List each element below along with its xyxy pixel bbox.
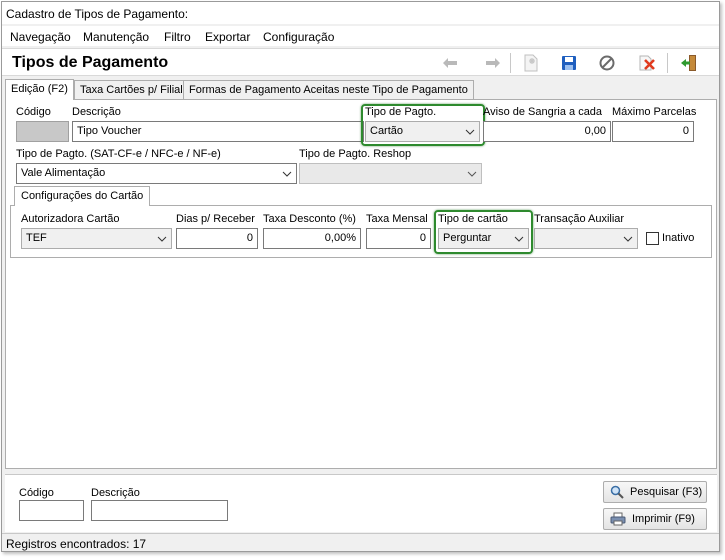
search-panel: Código Descrição Pesquisar (F3) Imprimir… (5, 474, 717, 532)
autorizadora-label: Autorizadora Cartão (21, 213, 120, 225)
inativo-checkbox[interactable] (646, 232, 659, 245)
menu-manutencao[interactable]: Manutenção (83, 30, 149, 44)
new-record-icon[interactable] (521, 53, 541, 73)
chevron-down-icon (282, 171, 292, 177)
transacao-auxiliar-select[interactable] (534, 228, 638, 249)
taxa-desconto-label: Taxa Desconto (%) (263, 213, 356, 225)
search-codigo-label: Código (19, 487, 54, 499)
app-window: Cadastro de Tipos de Pagamento: Navegaçã… (1, 1, 720, 552)
taxa-mensal-label: Taxa Mensal (366, 213, 428, 225)
page-title: Tipos de Pagamento (12, 54, 169, 71)
max-parcelas-label: Máximo Parcelas (612, 106, 697, 118)
transacao-auxiliar-label: Transação Auxiliar (534, 213, 625, 225)
tipo-pagto-sat-value: Vale Alimentação (21, 167, 106, 179)
tipo-pagto-sat-label: Tipo de Pagto. (SAT-CF-e / NFC-e / NF-e) (16, 148, 221, 160)
chevron-down-icon (157, 236, 167, 242)
pesquisar-button[interactable]: Pesquisar (F3) (603, 481, 707, 503)
exit-icon[interactable] (679, 53, 699, 73)
toolbar-separator (510, 53, 511, 73)
tab-taxa-cartoes[interactable]: Taxa Cartões p/ Filial (74, 80, 189, 99)
taxa-desconto-field[interactable]: 0,00% (263, 228, 361, 249)
tab-formas-pagamento[interactable]: Formas de Pagamento Aceitas neste Tipo d… (183, 80, 474, 99)
window-title: Cadastro de Tipos de Pagamento: (2, 2, 719, 24)
menu-exportar[interactable]: Exportar (205, 30, 250, 44)
taxa-mensal-field[interactable]: 0 (366, 228, 431, 249)
search-descricao-input[interactable] (91, 500, 228, 521)
imprimir-button[interactable]: Imprimir (F9) (603, 508, 707, 530)
max-parcelas-field[interactable]: 0 (612, 121, 694, 142)
menu-bar: Navegação Manutenção Filtro Exportar Con… (2, 26, 719, 46)
edit-panel: Código Descrição Tipo Voucher Tipo de Pa… (5, 99, 717, 469)
delete-icon[interactable] (637, 53, 657, 73)
menu-filtro[interactable]: Filtro (164, 30, 191, 44)
aviso-sangria-label: Aviso de Sangria a cada (483, 106, 603, 118)
descricao-field[interactable]: Tipo Voucher (72, 121, 364, 142)
inativo-label: Inativo (662, 232, 695, 244)
tipo-pagto-reshop-select[interactable] (299, 163, 482, 184)
menu-configuracao[interactable]: Configuração (263, 30, 334, 44)
descricao-label: Descrição (72, 106, 121, 118)
imprimir-label: Imprimir (F9) (632, 513, 695, 525)
arrow-left-icon[interactable] (440, 53, 460, 73)
search-codigo-input[interactable] (19, 500, 84, 521)
status-bar: Registros encontrados: 17 (2, 533, 719, 551)
printer-icon (610, 512, 626, 526)
toolbar: Tipos de Pagamento (2, 48, 719, 76)
codigo-field[interactable] (16, 121, 69, 142)
autorizadora-select[interactable]: TEF (21, 228, 172, 249)
pesquisar-label: Pesquisar (F3) (630, 486, 703, 498)
tab-edicao[interactable]: Edição (F2) (5, 79, 74, 100)
highlight-tipo-cartao (434, 210, 533, 254)
dias-receber-field[interactable]: 0 (176, 228, 258, 249)
arrow-right-icon[interactable] (483, 53, 503, 73)
codigo-label: Código (16, 106, 51, 118)
cancel-icon[interactable] (597, 53, 617, 73)
chevron-down-icon (623, 236, 633, 242)
save-icon[interactable] (559, 53, 579, 73)
search-descricao-label: Descrição (91, 487, 140, 499)
tab-config-cartao[interactable]: Configurações do Cartão (14, 186, 151, 206)
tipo-pagto-reshop-label: Tipo de Pagto. Reshop (299, 148, 412, 160)
highlight-tipo-pagto (361, 104, 485, 146)
tipo-pagto-sat-select[interactable]: Vale Alimentação (16, 163, 297, 184)
config-cartao-panel: Autorizadora Cartão TEF Dias p/ Receber … (10, 205, 712, 258)
toolbar-separator (667, 53, 668, 73)
chevron-down-icon (467, 171, 477, 177)
menu-navegacao[interactable]: Navegação (10, 30, 71, 44)
aviso-sangria-field[interactable]: 0,00 (483, 121, 611, 142)
dias-receber-label: Dias p/ Receber (176, 213, 255, 225)
search-icon (610, 485, 624, 499)
autorizadora-value: TEF (26, 232, 47, 244)
